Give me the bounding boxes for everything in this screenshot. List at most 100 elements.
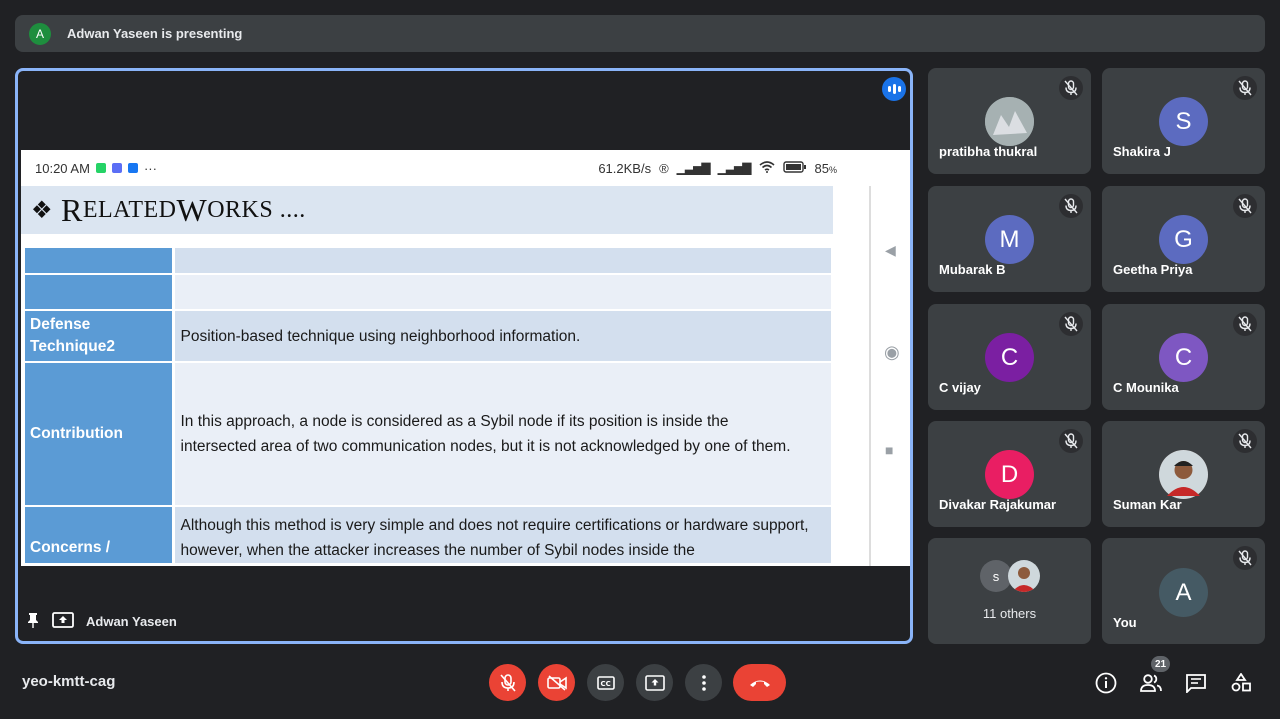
presentation-stage[interactable]: 10:20 AM ··· 61.2KB/s ® ▁▃▅▇ ▁▃▅▇ 85% ❖ …: [15, 68, 913, 644]
more-vert-icon: [701, 674, 706, 691]
battery-unit: %: [828, 164, 837, 175]
self-name: You: [1113, 615, 1137, 630]
participant-avatar: D: [985, 450, 1034, 499]
mic-off-icon: [1059, 429, 1083, 453]
pin-icon[interactable]: [26, 612, 40, 631]
table-row: [25, 274, 831, 311]
participant-name: Geetha Priya: [1113, 262, 1193, 277]
captions-button[interactable]: CC: [587, 664, 624, 701]
presenter-name: Adwan Yaseen: [86, 614, 177, 629]
back-nav-icon: ◀: [885, 242, 896, 258]
mic-off-icon: [1233, 194, 1257, 218]
network-speed: 61.2KB/s: [598, 160, 652, 176]
participant-name: pratibha thukral: [939, 144, 1038, 159]
self-tile[interactable]: A You: [1102, 538, 1265, 644]
participant-name: C Mounika: [1113, 380, 1179, 395]
mic-off-icon: [1059, 194, 1083, 218]
mic-off-icon: [1233, 312, 1257, 336]
related-works-table: Defense Technique2 Position-based techniq…: [25, 248, 831, 565]
battery-level: 85: [814, 160, 829, 176]
participant-tile[interactable]: pratibha thukral: [928, 68, 1091, 174]
battery-icon: [782, 160, 807, 176]
camera-toggle-button[interactable]: [538, 664, 575, 701]
others-avatars: s: [980, 560, 1040, 592]
row-value: Position-based technique using neighborh…: [173, 310, 831, 363]
participant-tile[interactable]: M Mubarak B: [928, 186, 1091, 292]
shared-screen: 10:20 AM ··· 61.2KB/s ® ▁▃▅▇ ▁▃▅▇ 85% ❖ …: [21, 150, 910, 566]
participant-tile[interactable]: C C Mounika: [1102, 304, 1265, 410]
present-screen-icon: [644, 674, 665, 691]
mic-off-icon: [1233, 429, 1257, 453]
participant-photo-avatar: [1159, 450, 1208, 499]
camera-off-icon: [546, 674, 567, 691]
chat-button[interactable]: [1184, 671, 1208, 695]
participant-tile[interactable]: C C vijay: [928, 304, 1091, 410]
diamond-bullet-icon: ❖: [31, 197, 54, 224]
participant-photo-avatar: [1008, 560, 1040, 592]
control-bar: yeo-kmtt-cag CC 21: [0, 656, 1280, 719]
meeting-details-button[interactable]: [1094, 671, 1118, 695]
chat-icon: [1186, 674, 1206, 693]
phone-time: 10:20 AM: [35, 160, 90, 176]
mic-off-icon: [1059, 312, 1083, 336]
row-value: [173, 274, 831, 311]
registered-icon: ®: [659, 160, 669, 176]
screen-share-icon: [52, 612, 74, 631]
more-options-button[interactable]: [685, 664, 722, 701]
table-row: [25, 248, 831, 275]
participant-avatar: M: [985, 215, 1034, 264]
participant-avatar: C: [985, 333, 1034, 382]
participant-tile[interactable]: G Geetha Priya: [1102, 186, 1265, 292]
signal-2-icon: ▁▃▅▇: [717, 161, 752, 175]
row-label: Concerns /: [25, 506, 175, 565]
others-tile[interactable]: s 11 others: [928, 538, 1091, 644]
participant-name: Mubarak B: [939, 262, 1006, 277]
message-icon: [111, 163, 122, 173]
participant-avatar: G: [1159, 215, 1208, 264]
slide: ❖ R ELATED W ORKS .... Defense Technique2 P…: [21, 186, 833, 566]
row-label: [25, 248, 175, 275]
table-row: Defense Technique2 Position-based techniq…: [25, 310, 831, 363]
presenter-footer: Adwan Yaseen: [26, 612, 177, 631]
leave-call-button[interactable]: [733, 664, 786, 701]
row-value: [173, 248, 831, 275]
phone-status-bar: 10:20 AM ··· 61.2KB/s ® ▁▃▅▇ ▁▃▅▇ 85%: [21, 150, 910, 186]
captions-icon: CC: [596, 675, 615, 690]
mic-off-icon: [1233, 546, 1257, 570]
row-label: Defense Technique2: [25, 310, 175, 363]
mic-off-icon: [1233, 76, 1257, 100]
present-now-button[interactable]: [636, 664, 673, 701]
participant-name: Suman Kar: [1113, 497, 1182, 512]
android-nav-bar: ◀ ◉ ■: [869, 186, 910, 566]
presenting-text: Adwan Yaseen is presenting: [67, 26, 243, 41]
self-avatar: A: [1159, 568, 1208, 617]
hang-up-icon: [749, 680, 770, 687]
people-icon: [1140, 674, 1162, 692]
info-icon: [1095, 672, 1117, 694]
mic-toggle-button[interactable]: [489, 664, 526, 701]
participant-tile[interactable]: S Shakira J: [1102, 68, 1265, 174]
participant-tile[interactable]: Suman Kar: [1102, 421, 1265, 527]
activities-icon: [1231, 673, 1251, 692]
signal-icon: ▁▃▅▇: [676, 161, 711, 175]
wifi-icon: [758, 160, 775, 176]
table-row: Concerns / Although this method is very s…: [25, 506, 831, 565]
whatsapp-icon: [95, 163, 106, 173]
people-button[interactable]: [1139, 671, 1163, 695]
mic-off-icon: [1059, 76, 1083, 100]
row-value: Although this method is very simple and …: [173, 506, 831, 565]
meeting-code: yeo-kmtt-cag: [22, 673, 116, 690]
presenting-banner: A Adwan Yaseen is presenting: [15, 15, 1265, 52]
participant-tile[interactable]: D Divakar Rajakumar: [928, 421, 1091, 527]
row-label: Contribution: [25, 362, 175, 507]
participant-name: C vijay: [939, 380, 981, 395]
facebook-icon: [127, 163, 138, 173]
mic-off-icon: [499, 673, 516, 692]
participant-avatar: C: [1159, 333, 1208, 382]
recents-nav-icon: ■: [885, 442, 894, 458]
others-count: 11 others: [982, 606, 1037, 621]
more-notifications-icon: ···: [143, 160, 157, 176]
slide-title: ❖ R ELATED W ORKS ....: [21, 186, 833, 234]
activities-button[interactable]: [1229, 671, 1253, 695]
participant-name: Shakira J: [1113, 144, 1171, 159]
